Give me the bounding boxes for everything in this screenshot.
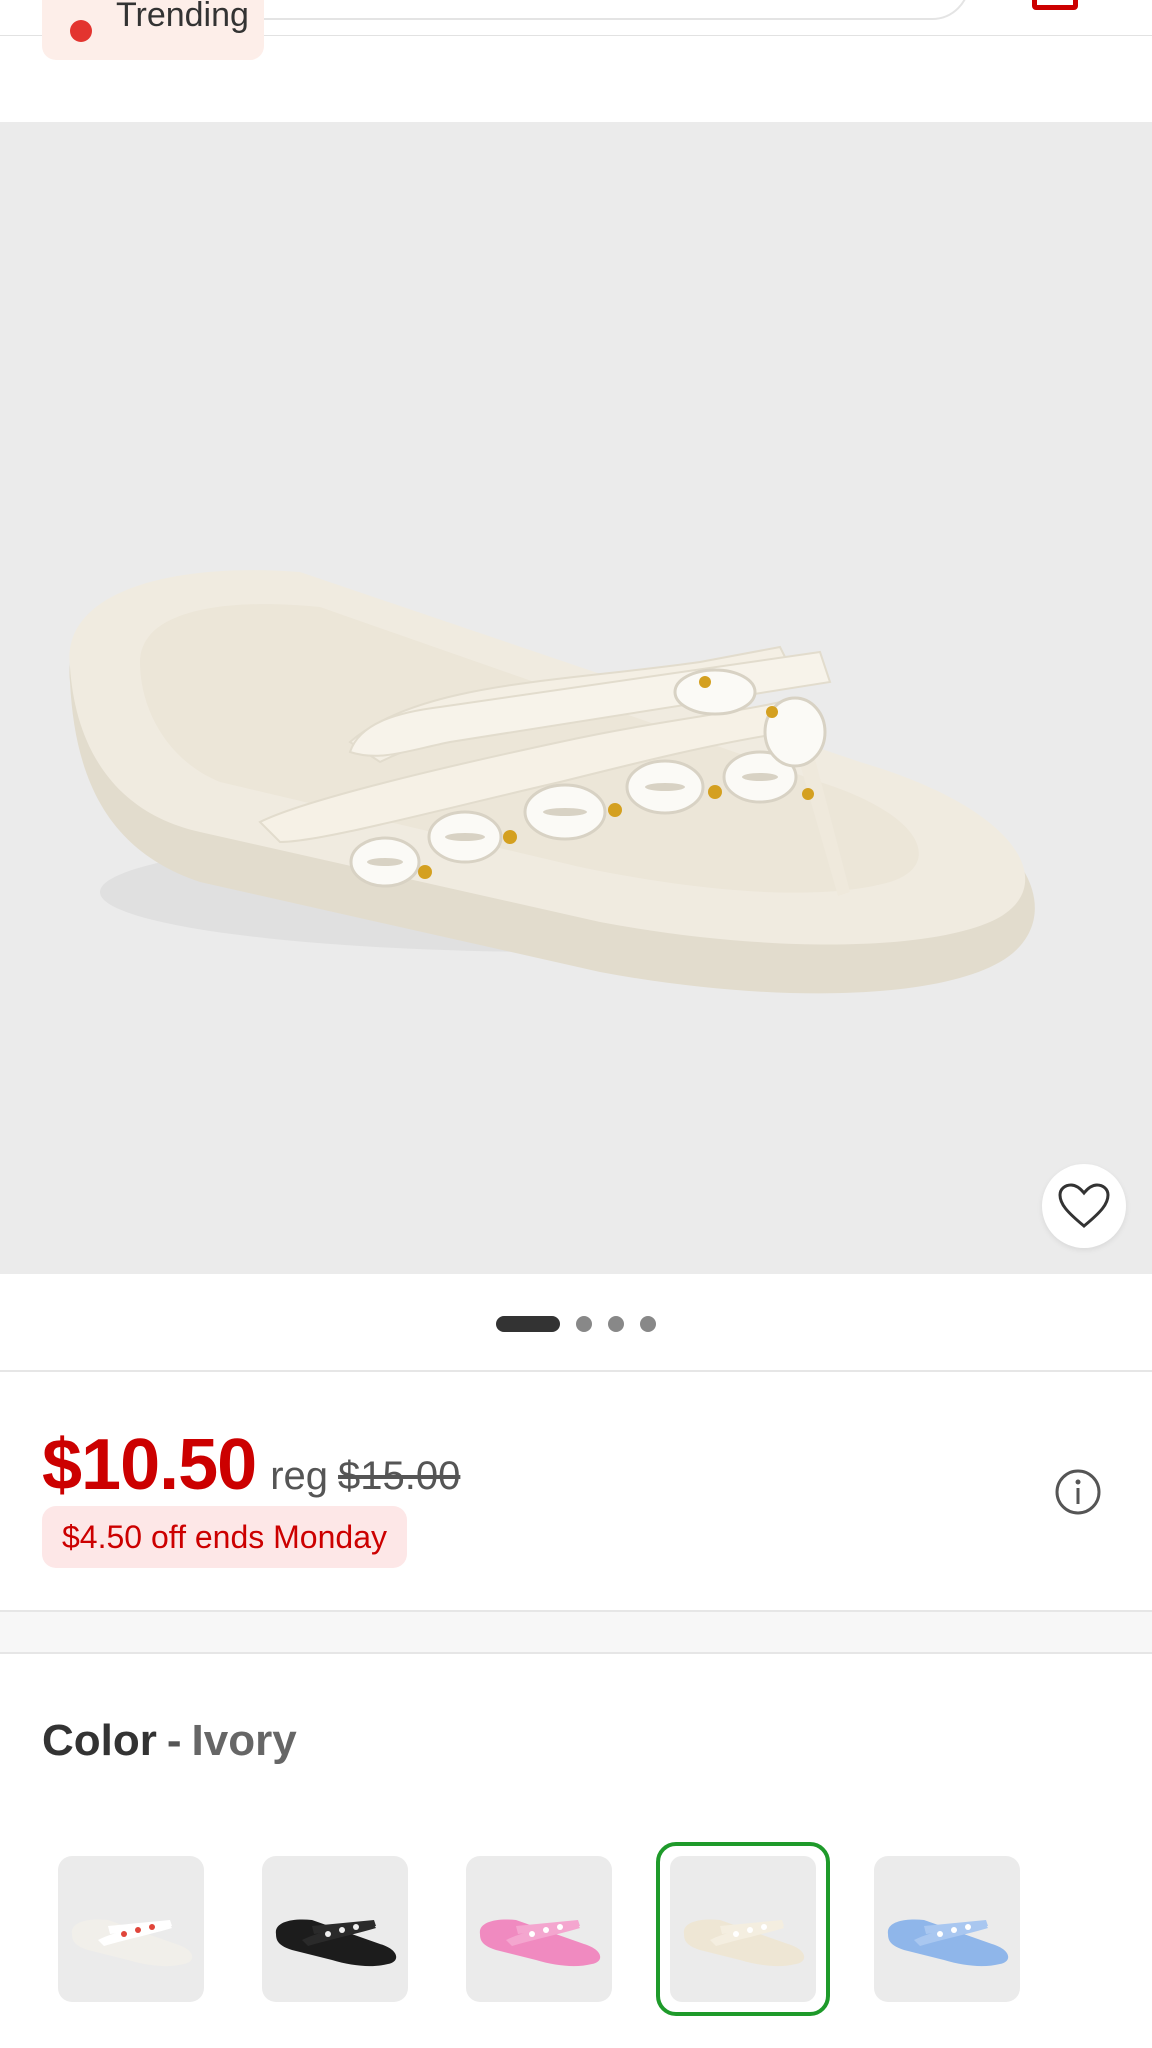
color-swatch-ivory[interactable] bbox=[656, 1842, 830, 2016]
color-heading: Color - Ivory bbox=[42, 1716, 297, 1766]
carousel-dot[interactable] bbox=[576, 1316, 592, 1332]
sandal-thumbnail bbox=[71, 1919, 193, 1967]
carousel-dot-active[interactable] bbox=[496, 1316, 560, 1332]
trending-icon bbox=[70, 20, 92, 42]
carousel-dot[interactable] bbox=[608, 1316, 624, 1332]
section-separator bbox=[0, 1610, 1152, 1654]
color-separator: - bbox=[166, 1716, 182, 1765]
current-price: $10.50 bbox=[42, 1425, 257, 1505]
info-button[interactable] bbox=[1054, 1468, 1102, 1516]
carousel-dots bbox=[0, 1312, 1152, 1336]
sandal-illustration bbox=[69, 570, 1035, 994]
sandal-thumbnail bbox=[887, 1919, 1009, 1967]
color-swatch-white-multi[interactable] bbox=[58, 1856, 204, 2002]
reg-label: reg bbox=[270, 1454, 329, 1498]
divider bbox=[0, 1370, 1152, 1372]
favorite-button[interactable] bbox=[1042, 1164, 1126, 1248]
info-circle-icon bbox=[1055, 1469, 1101, 1515]
color-selected-value: Ivory bbox=[191, 1716, 297, 1765]
color-label: Color bbox=[42, 1716, 157, 1765]
sandal-thumbnail bbox=[479, 1919, 601, 1967]
sandal-thumbnail bbox=[683, 1919, 805, 1967]
trending-badge[interactable]: Trending bbox=[42, 0, 264, 60]
cart-icon[interactable] bbox=[1032, 0, 1078, 10]
trending-label: Trending bbox=[116, 0, 249, 34]
carousel-dot[interactable] bbox=[640, 1316, 656, 1332]
color-swatch-black[interactable] bbox=[262, 1856, 408, 2002]
promo-badge: $4.50 off ends Monday bbox=[42, 1506, 407, 1568]
color-swatch-pink[interactable] bbox=[466, 1856, 612, 2002]
color-swatch-blue[interactable] bbox=[874, 1856, 1020, 2002]
sandal-thumbnail bbox=[275, 1919, 397, 1967]
price-row: $10.50 reg $15.00 bbox=[42, 1424, 460, 1506]
heart-outline-icon bbox=[1058, 1183, 1110, 1228]
product-image[interactable] bbox=[0, 122, 1152, 1274]
regular-price: $15.00 bbox=[338, 1454, 461, 1498]
